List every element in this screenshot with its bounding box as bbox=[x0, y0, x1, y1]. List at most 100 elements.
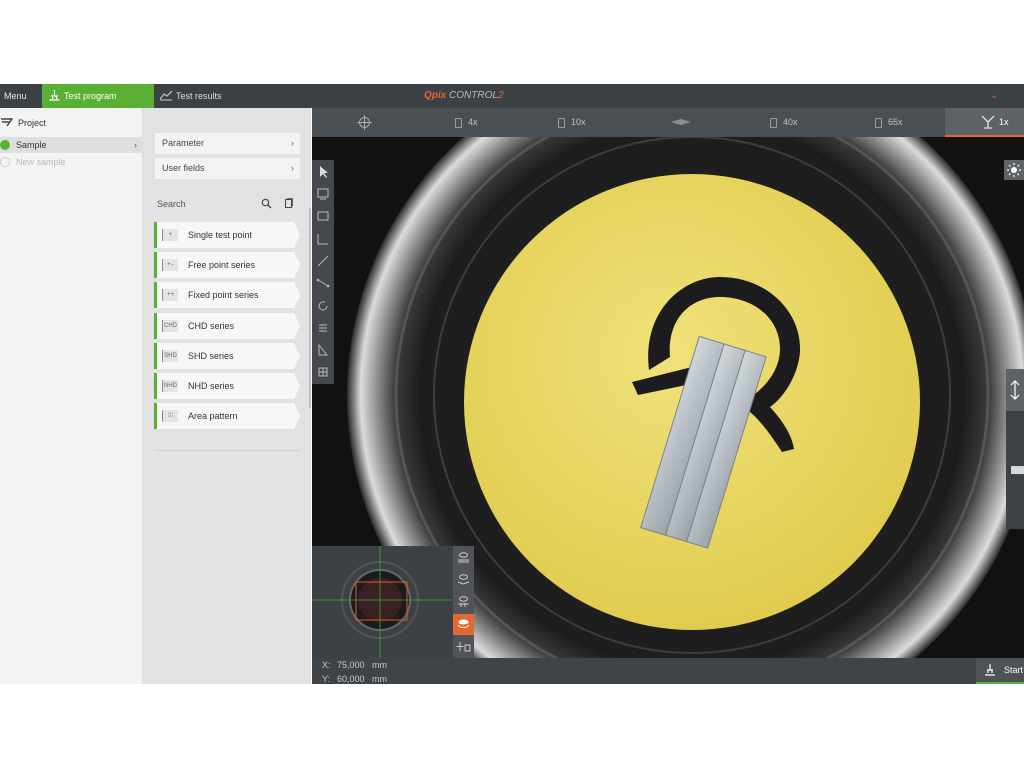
minimap-tools bbox=[453, 546, 474, 658]
project-label: Project bbox=[18, 118, 47, 128]
item-label: NHD series bbox=[188, 381, 235, 391]
test-program-icon bbox=[49, 90, 60, 101]
zoom-label: 10x bbox=[571, 117, 586, 127]
chd-icon: CHD bbox=[162, 320, 178, 332]
item-nhd-series[interactable]: NHD NHD series bbox=[154, 373, 300, 399]
tab-test-program-label: Test program bbox=[64, 91, 117, 101]
item-label: Free point series bbox=[188, 260, 256, 270]
single-point-icon: + bbox=[162, 229, 178, 241]
zoom-label: 40x bbox=[783, 117, 798, 127]
coord-y: Y: 60,000 mm bbox=[322, 674, 387, 684]
free-series-icon: +₊ bbox=[162, 259, 178, 271]
item-area-pattern[interactable]: ⁞⁞⁞ Area pattern bbox=[154, 403, 300, 429]
chart-line-icon bbox=[159, 90, 173, 101]
view-eye-icon[interactable] bbox=[456, 550, 471, 565]
stack-tool-icon[interactable] bbox=[316, 321, 330, 335]
nhd-icon: NHD bbox=[162, 380, 178, 392]
zoom-1x-button[interactable]: 1x bbox=[945, 108, 1024, 137]
coord-y-value: 60,000 bbox=[337, 674, 365, 684]
zoom-10x-button[interactable]: 10x bbox=[558, 108, 586, 137]
item-single-test-point[interactable]: + Single test point bbox=[154, 222, 300, 248]
vertical-arrows-icon[interactable] bbox=[1006, 369, 1024, 411]
grid-eye-icon[interactable] bbox=[456, 594, 471, 609]
item-label: Area pattern bbox=[188, 411, 238, 421]
sample-row[interactable]: Sample › bbox=[0, 137, 143, 153]
zoom-65x-button[interactable]: 65x bbox=[875, 108, 903, 137]
coord-x-value: 75,000 bbox=[337, 660, 365, 670]
objective-icon bbox=[558, 117, 565, 128]
line-tool-icon[interactable] bbox=[316, 254, 330, 268]
copy-icon[interactable] bbox=[284, 198, 294, 209]
focus-slider[interactable] bbox=[1006, 369, 1024, 529]
camera-zoom-toolbar: 4x 10x 40x 65x 1x bbox=[312, 108, 1024, 137]
new-sample-label: New sample bbox=[16, 157, 66, 167]
app-logo: Qpix CONTROL2 bbox=[424, 90, 504, 101]
move-lock-icon[interactable] bbox=[456, 639, 471, 654]
chevron-down-icon[interactable]: ⌄ bbox=[990, 90, 998, 101]
area-pattern-icon: ⁞⁞⁞ bbox=[162, 410, 178, 422]
item-label: CHD series bbox=[188, 321, 235, 331]
measure-box-icon[interactable] bbox=[316, 209, 330, 223]
project-row[interactable]: Project bbox=[0, 115, 143, 131]
layer-eye-icon[interactable] bbox=[456, 572, 471, 587]
zoom-label: 4x bbox=[468, 117, 478, 127]
menu-button[interactable]: Menu bbox=[0, 84, 42, 108]
item-label: Fixed point series bbox=[188, 290, 259, 300]
objective-icon bbox=[875, 117, 882, 128]
angle-tool-icon[interactable] bbox=[316, 232, 330, 246]
sample-stack-icon bbox=[458, 619, 469, 629]
fixed-series-icon: ++ bbox=[162, 289, 178, 301]
overview-minimap[interactable] bbox=[312, 546, 453, 658]
search-icon[interactable] bbox=[261, 198, 272, 209]
slider-handle[interactable] bbox=[1011, 466, 1024, 474]
project-icon bbox=[1, 118, 13, 127]
sample-label: Sample bbox=[16, 140, 47, 150]
user-fields-label: User fields bbox=[162, 163, 205, 173]
grid-tool-icon[interactable] bbox=[316, 365, 330, 379]
polygon-tool-icon[interactable] bbox=[316, 343, 330, 357]
measure-hd-icon[interactable] bbox=[316, 187, 330, 201]
start-button[interactable]: Start bbox=[976, 658, 1024, 684]
chevron-right-icon: › bbox=[291, 163, 294, 173]
rotate-icon[interactable] bbox=[316, 299, 330, 313]
crosshair-icon[interactable] bbox=[357, 115, 372, 130]
chevron-right-icon: › bbox=[291, 138, 294, 148]
pointer-icon[interactable] bbox=[316, 165, 330, 179]
item-fixed-point-series[interactable]: ++ Fixed point series bbox=[154, 282, 300, 308]
coord-x: X: 75,000 mm bbox=[322, 660, 387, 670]
overview-camera-icon bbox=[981, 115, 995, 129]
zoom-label: 1x bbox=[999, 117, 1009, 127]
brightness-button[interactable] bbox=[1004, 160, 1024, 180]
sample-view-toggle[interactable] bbox=[453, 614, 474, 635]
search-label: Search bbox=[157, 199, 186, 209]
zoom-4x-button[interactable]: 4x bbox=[455, 108, 478, 137]
sample-status-dot bbox=[0, 140, 10, 150]
indenter-start-icon bbox=[985, 664, 995, 676]
top-navigation-bar: Menu Test program Test results Qpix CONT… bbox=[0, 84, 1024, 108]
objective-icon bbox=[770, 117, 777, 128]
tab-test-program[interactable]: Test program bbox=[42, 84, 154, 108]
project-panel: Project Sample › New sample bbox=[0, 108, 143, 684]
indenter-icon[interactable] bbox=[671, 119, 691, 125]
item-shd-series[interactable]: SHD SHD series bbox=[154, 343, 300, 369]
list-divider bbox=[154, 450, 300, 451]
scrollbar[interactable] bbox=[309, 208, 311, 408]
parameter-button[interactable]: Parameter › bbox=[155, 133, 300, 154]
item-label: SHD series bbox=[188, 351, 234, 361]
distance-tool-icon[interactable] bbox=[316, 276, 330, 290]
chevron-right-icon: › bbox=[134, 140, 137, 150]
parameter-label: Parameter bbox=[162, 138, 205, 148]
measurement-tool-strip bbox=[312, 160, 334, 384]
item-chd-series[interactable]: CHD CHD series bbox=[154, 313, 300, 339]
shd-icon: SHD bbox=[162, 350, 178, 362]
start-label: Start bbox=[1004, 665, 1024, 675]
item-free-point-series[interactable]: +₊ Free point series bbox=[154, 252, 300, 278]
search-row[interactable]: Search bbox=[157, 196, 299, 212]
zoom-40x-button[interactable]: 40x bbox=[770, 108, 798, 137]
minimap-image bbox=[312, 546, 453, 658]
item-label: Single test point bbox=[188, 230, 253, 240]
new-sample-row[interactable]: New sample bbox=[0, 155, 143, 169]
tab-test-results[interactable]: Test results bbox=[156, 84, 276, 108]
user-fields-button[interactable]: User fields › bbox=[155, 158, 300, 179]
zoom-label: 65x bbox=[888, 117, 903, 127]
